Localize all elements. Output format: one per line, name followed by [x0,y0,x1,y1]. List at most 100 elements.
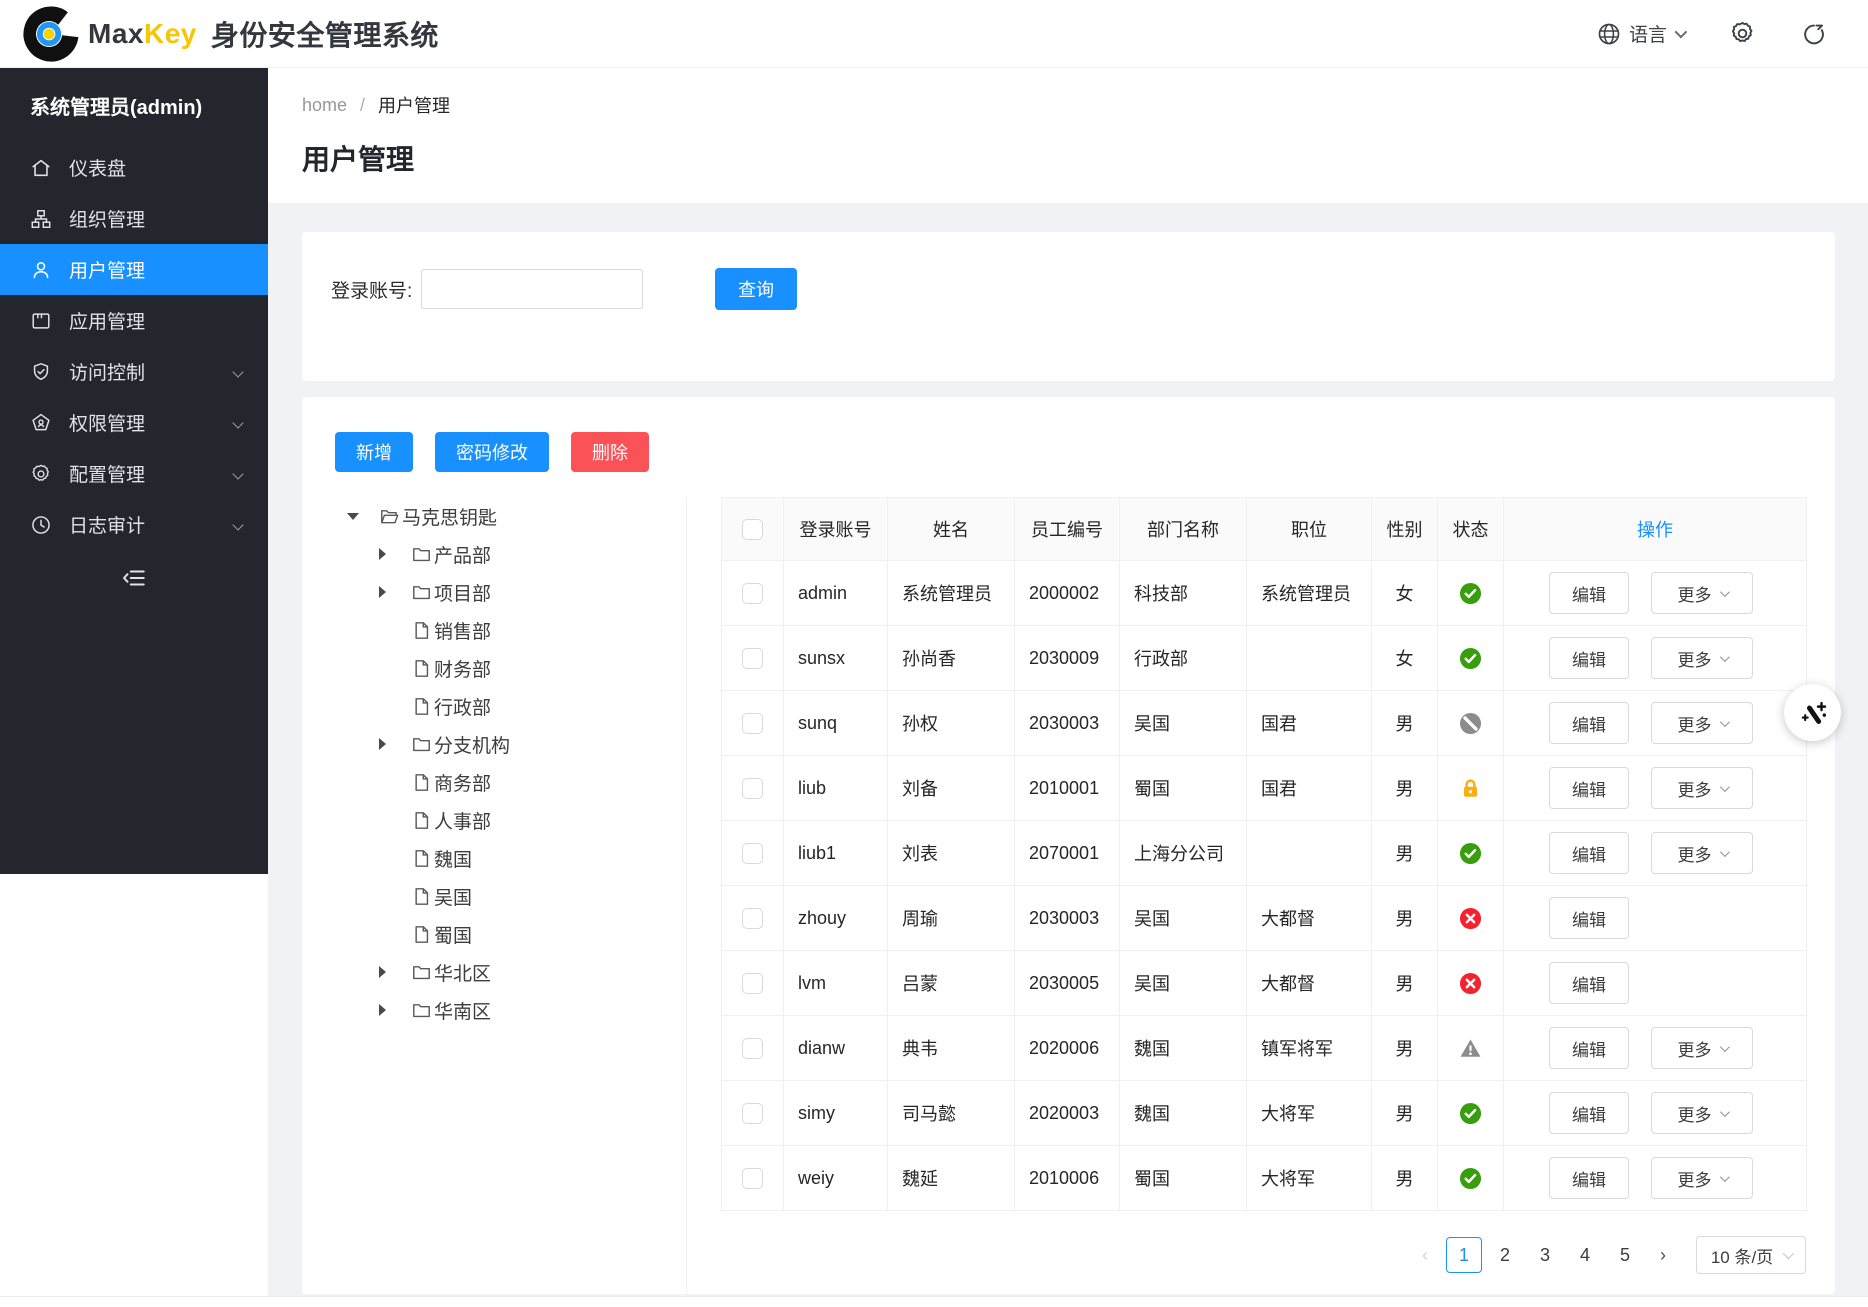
more-button[interactable]: 更多 [1651,637,1753,679]
tree-node-label: 项目部 [434,579,491,606]
logout-button[interactable] [1800,20,1828,48]
tree-node[interactable]: 华北区 [302,953,686,991]
add-user-button[interactable]: 新增 [335,432,413,472]
page-number-3[interactable]: 3 [1528,1237,1562,1273]
sidebar-item-configuration[interactable]: 配置管理 [0,448,268,499]
magic-wand-fab[interactable] [1784,684,1841,741]
prev-page-button[interactable]: ‹ [1410,1237,1440,1273]
clock-icon [30,514,52,536]
cell-dept: 科技部 [1120,561,1247,626]
edit-button[interactable]: 编辑 [1549,1027,1629,1069]
more-button[interactable]: 更多 [1651,572,1753,614]
tree-node[interactable]: 商务部 [302,763,686,801]
caret-right-icon[interactable] [379,966,386,978]
more-button[interactable]: 更多 [1651,832,1753,874]
sidebar-item-organization[interactable]: 组织管理 [0,193,268,244]
col-header-emp-no: 员工编号 [1015,498,1120,561]
caret-down-icon[interactable] [347,513,359,520]
edit-button[interactable]: 编辑 [1549,1157,1629,1199]
next-page-button[interactable]: › [1648,1237,1678,1273]
select-all-checkbox[interactable] [742,519,763,540]
more-button[interactable]: 更多 [1651,767,1753,809]
sidebar-item-access-control[interactable]: 访问控制 [0,346,268,397]
tree-node[interactable]: 蜀国 [302,915,686,953]
tree-node[interactable]: 销售部 [302,611,686,649]
row-checkbox[interactable] [742,778,763,799]
cell-dept: 吴国 [1120,951,1247,1016]
row-checkbox[interactable] [742,648,763,669]
edit-button[interactable]: 编辑 [1549,767,1629,809]
more-button[interactable]: 更多 [1651,1157,1753,1199]
sidebar-item-applications[interactable]: 应用管理 [0,295,268,346]
edit-button[interactable]: 编辑 [1549,962,1629,1004]
chevron-down-icon [232,366,243,377]
page-number-1[interactable]: 1 [1446,1237,1482,1273]
sidebar-item-audit-log[interactable]: 日志审计 [0,499,268,550]
cell-gender: 男 [1372,821,1438,886]
page-number-5[interactable]: 5 [1608,1237,1642,1273]
page-number-4[interactable]: 4 [1568,1237,1602,1273]
page-size-select[interactable]: 10 条/页 [1696,1236,1806,1274]
tree-node[interactable]: 吴国 [302,877,686,915]
settings-button[interactable] [1728,20,1756,48]
tree-node-label: 产品部 [434,541,491,568]
more-button[interactable]: 更多 [1651,1027,1753,1069]
edit-button[interactable]: 编辑 [1549,637,1629,679]
account-search-input[interactable] [421,269,643,309]
row-checkbox[interactable] [742,908,763,929]
edit-button[interactable]: 编辑 [1549,702,1629,744]
tree-node[interactable]: 人事部 [302,801,686,839]
edit-button[interactable]: 编辑 [1549,1092,1629,1134]
top-actions: 语言 [1597,20,1828,48]
cell-name: 孙尚香 [888,626,1015,691]
tree-node[interactable]: 分支机构 [302,725,686,763]
tree-node[interactable]: 产品部 [302,535,686,573]
caret-right-icon[interactable] [379,548,386,560]
caret-right-icon[interactable] [379,586,386,598]
brand-max: Max [88,18,144,50]
delete-button[interactable]: 删除 [571,432,649,472]
cell-dept: 上海分公司 [1120,821,1247,886]
cell-account: dianw [784,1016,888,1081]
cell-emp-no: 2010001 [1015,756,1120,821]
cell-emp-no: 2030003 [1015,691,1120,756]
cell-name: 周瑜 [888,886,1015,951]
breadcrumb-home-link[interactable]: home [302,95,347,116]
edit-button[interactable]: 编辑 [1549,897,1629,939]
caret-right-icon[interactable] [379,738,386,750]
row-checkbox[interactable] [742,713,763,734]
tree-node[interactable]: 项目部 [302,573,686,611]
change-password-button[interactable]: 密码修改 [435,432,549,472]
row-checkbox[interactable] [742,1103,763,1124]
row-checkbox[interactable] [742,583,763,604]
chevron-down-icon [1719,1042,1729,1052]
sidebar-item-users[interactable]: 用户管理 [0,244,268,295]
status-active-icon [1459,842,1482,865]
tree-node-root[interactable]: 马克思钥匙 [302,497,686,535]
language-menu[interactable]: 语言 [1597,20,1684,47]
top-bar: MaxKey 身份安全管理系统 语言 [0,0,1868,68]
table-row: dianw 典韦 2020006 魏国 镇军将军 男 编辑 更多 [722,1016,1807,1081]
edit-button[interactable]: 编辑 [1549,572,1629,614]
tree-node[interactable]: 魏国 [302,839,686,877]
page-number-2[interactable]: 2 [1488,1237,1522,1273]
edit-button[interactable]: 编辑 [1549,832,1629,874]
col-header-position: 职位 [1247,498,1372,561]
more-button[interactable]: 更多 [1651,1092,1753,1134]
query-button[interactable]: 查询 [715,268,797,310]
tree-node[interactable]: 行政部 [302,687,686,725]
row-checkbox[interactable] [742,1038,763,1059]
more-button[interactable]: 更多 [1651,702,1753,744]
account-field-label: 登录账号: [331,276,412,303]
file-icon [412,925,431,944]
tree-node[interactable]: 财务部 [302,649,686,687]
tree-node[interactable]: 华南区 [302,991,686,1029]
sidebar-item-dashboard[interactable]: 仪表盘 [0,142,268,193]
row-checkbox[interactable] [742,973,763,994]
caret-right-icon[interactable] [379,1004,386,1016]
row-checkbox[interactable] [742,1168,763,1189]
sidebar-collapse-button[interactable] [120,564,148,592]
sidebar-item-permissions[interactable]: 权限管理 [0,397,268,448]
row-checkbox[interactable] [742,843,763,864]
table-row: zhouy 周瑜 2030003 吴国 大都督 男 编辑 [722,886,1807,951]
